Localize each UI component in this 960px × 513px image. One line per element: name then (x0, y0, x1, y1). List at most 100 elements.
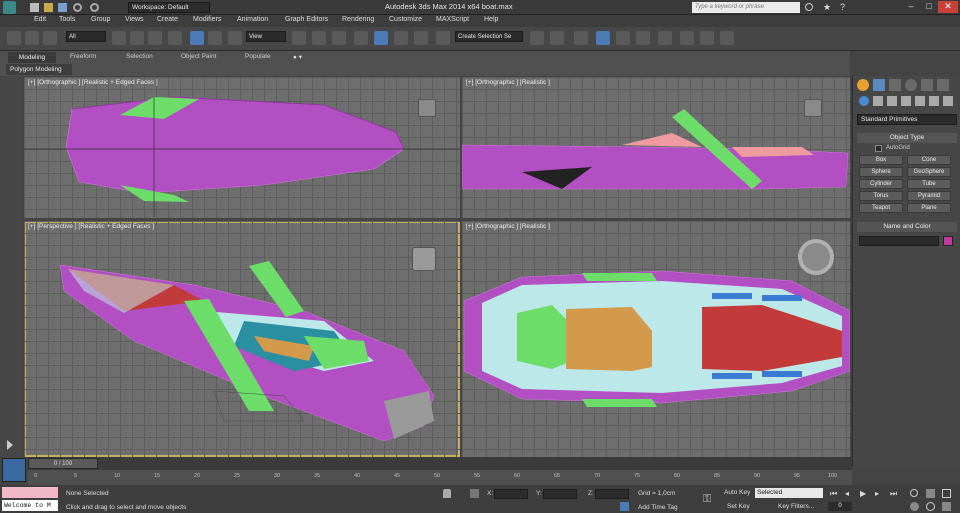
select-and-move-icon[interactable] (190, 31, 204, 45)
add-time-tag[interactable]: Add Time Tag (638, 504, 678, 511)
menu-tools[interactable]: Tools (59, 16, 75, 23)
spinner-snap-icon[interactable] (414, 31, 428, 45)
select-link-icon[interactable] (7, 31, 21, 45)
redo-icon[interactable] (90, 3, 99, 12)
menu-rendering[interactable]: Rendering (342, 16, 374, 23)
torus-button[interactable]: Torus (859, 191, 903, 201)
plane-button[interactable]: Plane (907, 203, 951, 213)
menu-modifiers[interactable]: Modifiers (193, 16, 221, 23)
tab-object-paint[interactable]: Object Paint (181, 53, 216, 60)
app-logo-icon[interactable] (3, 1, 16, 14)
tube-button[interactable]: Tube (907, 179, 951, 189)
edit-named-selection-icon[interactable] (436, 31, 450, 45)
previous-frame-icon[interactable]: ◂ (845, 489, 849, 498)
menu-views[interactable]: Views (125, 16, 144, 23)
ribbon-toggle-icon[interactable] (596, 31, 610, 45)
select-and-scale-icon[interactable] (228, 31, 242, 45)
name-and-color-rollout[interactable]: Name and Color (857, 222, 957, 232)
quick-access-save-icon[interactable] (58, 3, 67, 12)
workspace-dropdown[interactable]: Workspace: Default (128, 2, 210, 13)
layer-manager-icon[interactable] (574, 31, 588, 45)
search-input[interactable]: Type a keyword or phrase (692, 2, 800, 13)
viewport-front[interactable]: [+] [Orthographic ] [Realistic ] (462, 77, 850, 218)
menu-graph-editors[interactable]: Graph Editors (285, 16, 328, 23)
tab-modeling[interactable]: Modeling (8, 52, 56, 63)
star-icon[interactable]: ★ (823, 2, 831, 13)
quick-access-new-icon[interactable] (30, 3, 39, 12)
add-time-tag-icon[interactable] (620, 502, 629, 511)
ribbon-options-icon[interactable]: ● ▾ (293, 53, 302, 61)
menu-maxscript[interactable]: MAXScript (436, 16, 469, 23)
menu-create[interactable]: Create (157, 16, 178, 23)
maxscript-output[interactable]: Welcome to M (2, 500, 58, 511)
spacewarps-icon[interactable] (929, 96, 939, 106)
minimize-button[interactable]: – (902, 1, 920, 13)
menu-edit[interactable]: Edit (34, 16, 46, 23)
angle-snap-icon[interactable] (374, 31, 388, 45)
menu-animation[interactable]: Animation (237, 16, 268, 23)
category-dropdown[interactable]: Standard Primitives (857, 114, 957, 125)
cameras-icon[interactable] (901, 96, 911, 106)
viewport-layout-expand-icon[interactable] (7, 440, 13, 450)
maximize-button[interactable]: □ (920, 1, 938, 13)
box-button[interactable]: Box (859, 155, 903, 165)
render-production-icon[interactable] (720, 31, 734, 45)
pan-icon[interactable] (910, 502, 919, 511)
systems-icon[interactable] (943, 96, 953, 106)
reference-coord-dropdown[interactable]: View (246, 31, 286, 42)
key-filters-button[interactable]: Key Filters... (778, 503, 814, 510)
rect-selection-icon[interactable] (148, 31, 162, 45)
mini-curve-editor-icon[interactable] (2, 458, 26, 482)
viewport-top[interactable]: [+] [Orthographic ] [Realistic + Edged F… (24, 77, 460, 218)
goto-start-icon[interactable]: ⏮ (830, 489, 837, 499)
object-color-swatch[interactable] (943, 236, 953, 246)
search-icon[interactable] (805, 3, 813, 11)
helpers-icon[interactable] (915, 96, 925, 106)
modify-tab-icon[interactable] (873, 79, 885, 91)
orbit-icon[interactable] (926, 502, 935, 511)
viewport-perspective[interactable]: [+] [Perspective ] [Realistic + Edged Fa… (24, 221, 460, 457)
maxscript-listener[interactable] (2, 487, 58, 498)
auto-key-button[interactable]: Auto Key (724, 489, 750, 496)
align-icon[interactable] (550, 31, 564, 45)
window-crossing-icon[interactable] (168, 31, 182, 45)
teapot-button[interactable]: Teapot (859, 203, 903, 213)
object-type-rollout[interactable]: Object Type (857, 133, 957, 143)
select-manipulate-icon[interactable] (312, 31, 326, 45)
key-mode-dropdown[interactable]: Selected (755, 488, 823, 498)
named-selection-dropdown[interactable]: Create Selection Se (455, 31, 523, 42)
maximize-viewport-icon[interactable] (942, 489, 951, 498)
bind-space-warp-icon[interactable] (43, 31, 57, 45)
time-slider-thumb[interactable]: 0 / 100 (28, 458, 98, 469)
viewcube-icon[interactable] (412, 247, 436, 271)
goto-end-icon[interactable]: ⏭ (890, 489, 897, 499)
material-editor-icon[interactable] (658, 31, 672, 45)
help-icon[interactable]: ? (840, 2, 845, 12)
percent-snap-icon[interactable] (394, 31, 408, 45)
keyboard-shortcut-toggle-icon[interactable] (332, 31, 346, 45)
utilities-tab-icon[interactable] (937, 79, 949, 91)
select-by-name-icon[interactable] (130, 31, 144, 45)
key-icon[interactable]: ⚿ (703, 493, 711, 506)
z-coordinate-field[interactable] (595, 489, 629, 499)
shapes-icon[interactable] (873, 96, 883, 106)
menu-help[interactable]: Help (484, 16, 498, 23)
object-name-field[interactable] (859, 236, 939, 246)
tab-populate[interactable]: Populate (245, 53, 271, 60)
current-frame-field[interactable]: 0 (828, 502, 852, 511)
y-coordinate-field[interactable] (543, 489, 577, 499)
set-key-button[interactable]: Set Key (727, 503, 750, 510)
tab-freeform[interactable]: Freeform (70, 53, 96, 60)
next-frame-icon[interactable]: ▸ (875, 489, 879, 498)
x-coordinate-field[interactable] (494, 489, 528, 499)
steering-wheel-icon[interactable] (798, 239, 834, 275)
absolute-mode-icon[interactable] (470, 489, 479, 498)
quick-access-open-icon[interactable] (44, 3, 53, 12)
curve-editor-icon[interactable] (616, 31, 630, 45)
tab-selection[interactable]: Selection (126, 53, 153, 60)
undo-icon[interactable] (73, 3, 82, 12)
autogrid-checkbox[interactable] (875, 145, 882, 152)
play-icon[interactable]: ▶ (860, 489, 866, 498)
motion-tab-icon[interactable] (905, 79, 917, 91)
ribbon-sub-label[interactable]: Polygon Modeling (6, 64, 72, 75)
